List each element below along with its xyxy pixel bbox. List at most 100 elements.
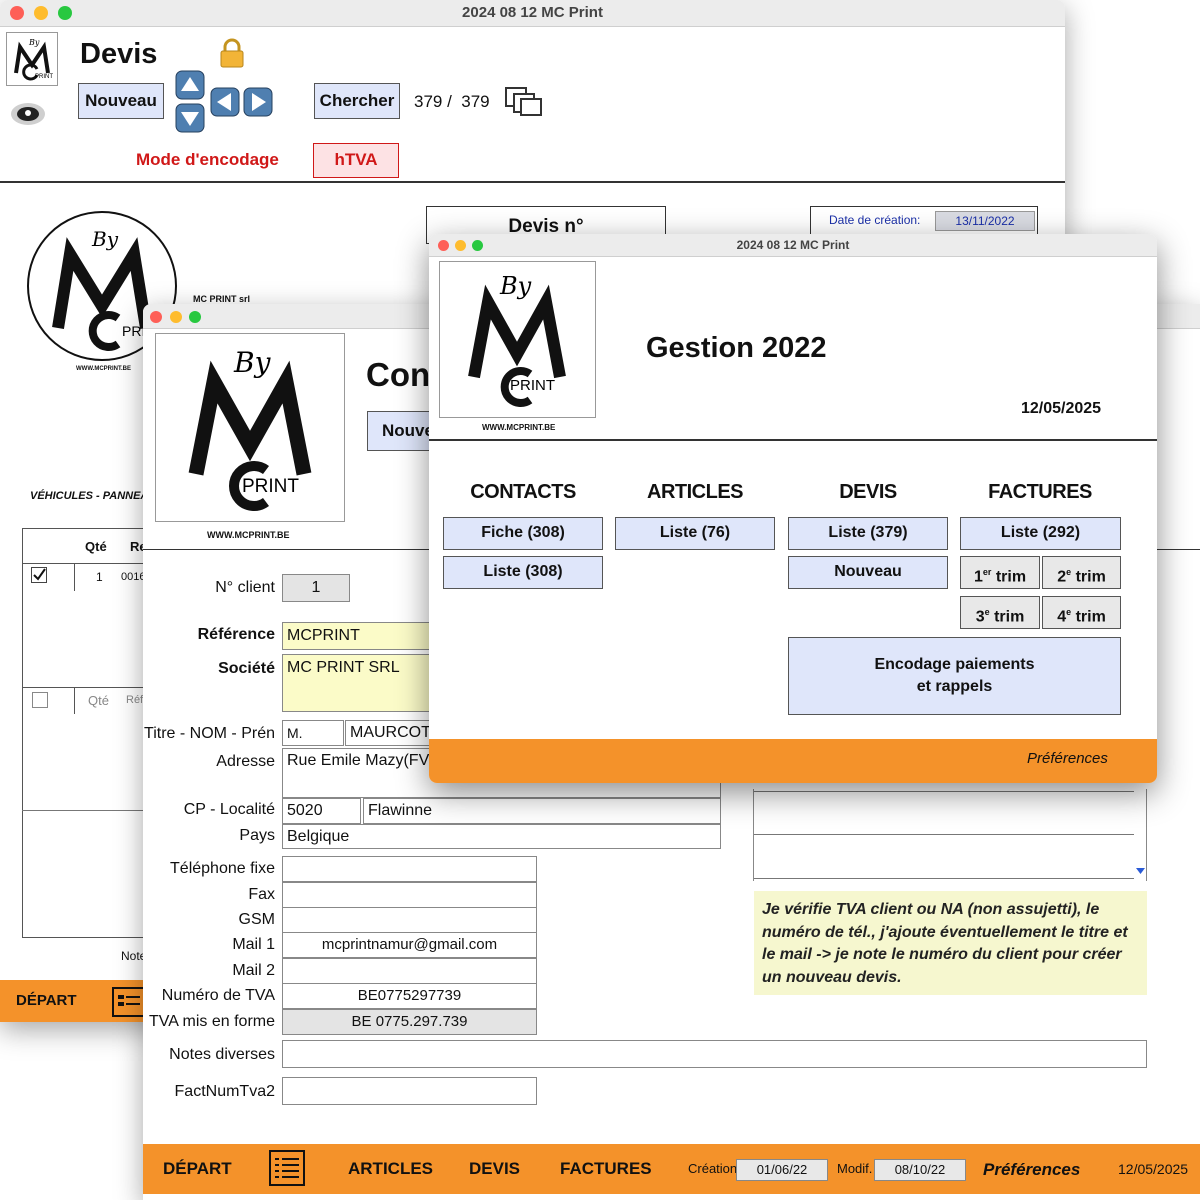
row-divider-2 [22,687,162,688]
tel-label: Téléphone fixe [170,860,275,877]
lock-icon[interactable] [218,38,246,68]
gestion-preferences-button[interactable]: Préférences [1027,750,1108,767]
fax-field[interactable] [282,882,537,908]
svg-text:By: By [499,272,532,300]
footer-factures-button[interactable]: FACTURES [560,1159,652,1179]
no-client-field[interactable]: 1 [282,574,350,602]
contacts-fiche-button[interactable]: Fiche (308) [443,517,603,550]
societe-label: Société [218,660,275,677]
gestion-window: 2024 08 12 MC Print By PRINT WWW.MCPRINT… [429,234,1157,783]
arrow-up-icon[interactable] [175,70,205,100]
row-qty: 1 [96,570,103,584]
factures-liste-button[interactable]: Liste (292) [960,517,1121,550]
articles-liste-button[interactable]: Liste (76) [615,517,775,550]
titre-field[interactable]: M. [282,720,344,746]
devis-heading: Devis [80,38,158,70]
row-divider-3 [22,810,162,811]
row-ref: 0016 [121,571,146,583]
cp-field[interactable]: 5020 [282,798,361,824]
list-icon[interactable] [269,1150,305,1186]
trim4-button[interactable]: 4e trim [1042,596,1121,629]
eye-icon[interactable] [10,100,46,128]
close-dot[interactable] [438,240,449,251]
trim2-number: 2 [1057,568,1067,586]
trim2-word: trim [1075,568,1106,586]
trim3-button[interactable]: 3e trim [960,596,1040,629]
footer-articles-button[interactable]: ARTICLES [348,1159,433,1179]
row-checkbox-checked[interactable] [31,567,47,583]
footer-depart-button[interactable]: DÉPART [163,1159,232,1179]
devis-nouveau-button[interactable]: Nouveau [788,556,948,589]
encodage-paiements-button[interactable]: Encodage paiements et rappels [788,637,1121,715]
mail2-field[interactable] [282,958,537,984]
factnum-label: FactNumTva2 [174,1083,275,1100]
footer-devis-button[interactable]: DEVIS [469,1159,520,1179]
trim4-suffix: e [1066,607,1072,617]
mail2-label: Mail 2 [232,962,275,979]
footer-preferences-button[interactable]: Préférences [983,1160,1080,1180]
row-divider [22,563,162,564]
help-note: Je vérifie TVA client ou NA (non assujet… [754,891,1147,995]
close-dot[interactable] [150,311,162,323]
pays-label: Pays [239,827,275,844]
close-dot[interactable] [10,6,24,20]
list-icon[interactable] [112,987,146,1017]
devis-titlebar: 2024 08 12 MC Print [0,0,1065,27]
minimize-dot[interactable] [455,240,466,251]
gestion-heading: Gestion 2022 [646,332,827,364]
tva-label: Numéro de TVA [161,987,275,1004]
gsm-field[interactable] [282,907,537,933]
contacts-liste-button[interactable]: Liste (308) [443,556,603,589]
trim1-number: 1 [973,568,983,586]
scroll-down-icon[interactable] [1134,864,1147,878]
contact-logo: By PRINT [155,333,345,522]
right-list[interactable] [753,789,1147,881]
contact-heading: Con [366,356,431,393]
societe-field[interactable]: MC PRINT SRL [282,654,432,712]
company-small: MC PRINT srl [193,294,251,304]
gestion-divider [429,439,1157,441]
arrow-right-icon[interactable] [243,87,273,117]
maximize-dot[interactable] [472,240,483,251]
pays-field[interactable]: Belgique [282,824,721,849]
trim2-button[interactable]: 2e trim [1042,556,1121,589]
gsm-label: GSM [238,911,275,928]
trim3-suffix: e [984,607,990,617]
date-creation-value[interactable]: 13/11/2022 [935,211,1035,231]
reference-field[interactable]: MCPRINT [282,622,432,650]
trim1-button[interactable]: 1er trim [960,556,1040,589]
trim3-number: 3 [975,608,985,626]
svg-text:By: By [28,38,40,47]
maximize-dot[interactable] [58,6,72,20]
devis-depart-button[interactable]: DÉPART [16,992,77,1009]
arrow-left-icon[interactable] [210,87,240,117]
factnum-field[interactable] [282,1077,537,1105]
tva-field[interactable]: BE0775297739 [282,983,537,1009]
record-count: 379 / 379 [414,92,490,111]
svg-text:PRINT: PRINT [510,377,555,394]
trim1-suffix: er [982,567,992,577]
localite-field[interactable]: Flawinne [363,798,721,824]
copy-icon[interactable] [504,86,542,116]
modif-value: 08/10/22 [874,1159,966,1181]
maximize-dot[interactable] [189,311,201,323]
gestion-site: WWW.MCPRINT.BE [482,423,556,432]
minimize-dot[interactable] [170,311,182,323]
footer-date: 12/05/2025 [1118,1161,1189,1177]
chercher-button[interactable]: Chercher [314,83,400,119]
nom-field[interactable]: MAURCOT [345,720,433,746]
notes-field[interactable] [282,1040,1147,1068]
htva-button[interactable]: hTVA [313,143,399,178]
svg-text:By: By [91,227,119,251]
minimize-dot[interactable] [34,6,48,20]
right-list-line [754,791,1134,792]
arrow-down-icon[interactable] [175,103,205,133]
gestion-date: 12/05/2025 [1021,400,1102,417]
row-checkbox-empty[interactable] [32,692,48,708]
trim1-word: trim [995,568,1027,586]
devis-liste-button[interactable]: Liste (379) [788,517,948,550]
devis-nouveau-button[interactable]: Nouveau [78,83,164,119]
tva-forme-field: BE 0775.297.739 [282,1009,537,1035]
mail1-field[interactable]: mcprintnamur@gmail.com [282,932,537,958]
tel-field[interactable] [282,856,537,882]
